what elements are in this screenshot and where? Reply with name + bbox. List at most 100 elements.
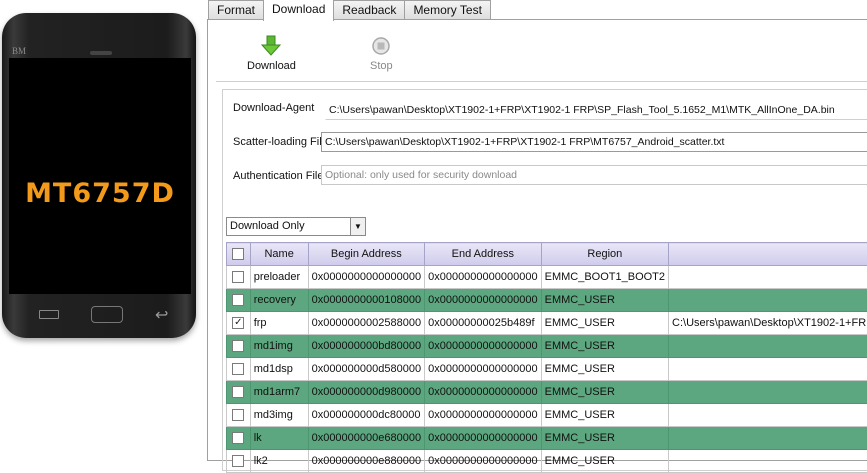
row-checkbox[interactable] <box>227 427 251 450</box>
row-checkbox[interactable] <box>227 381 251 404</box>
download-settings-group: Download-Agent C:\Users\pawan\Desktop\XT… <box>222 89 867 471</box>
table-row[interactable]: md1arm70x000000000d9800000x0000000000000… <box>227 381 867 404</box>
home-key-icon <box>91 306 123 323</box>
checked-checkbox-icon: ✓ <box>232 317 244 329</box>
checkbox-icon <box>232 294 244 306</box>
cell-region: EMMC_USER <box>541 381 668 404</box>
partition-rows: preloader0x00000000000000000x00000000000… <box>227 266 867 473</box>
stop-icon <box>370 35 392 57</box>
phone-model-label: MT6757D <box>9 178 191 209</box>
row-checkbox[interactable] <box>227 358 251 381</box>
auth-file-field[interactable]: Optional: only used for security downloa… <box>321 165 867 185</box>
select-all-checkbox[interactable] <box>227 243 251 266</box>
tab-download[interactable]: Download <box>263 0 334 21</box>
cell-name: lk2 <box>250 450 308 473</box>
cell-location <box>669 266 867 289</box>
phone-speaker <box>90 51 112 55</box>
cell-begin-address: 0x000000000bd80000 <box>308 335 425 358</box>
download-agent-label: Download-Agent <box>233 102 314 114</box>
checkbox-icon <box>232 455 244 467</box>
cell-name: md1img <box>250 335 308 358</box>
cell-begin-address: 0x0000000000000000 <box>308 266 425 289</box>
tab-readback[interactable]: Readback <box>333 0 405 19</box>
tab-format[interactable]: Format <box>208 0 264 19</box>
cell-begin-address: 0x000000000d980000 <box>308 381 425 404</box>
checkbox-icon <box>232 340 244 352</box>
cell-end-address: 0x0000000000000000 <box>425 289 542 312</box>
cell-end-address: 0x0000000000000000 <box>425 381 542 404</box>
cell-name: recovery <box>250 289 308 312</box>
checkbox-icon <box>232 386 244 398</box>
chevron-down-icon[interactable]: ▼ <box>350 218 365 235</box>
toolbar: Download Stop <box>216 23 867 82</box>
table-row[interactable]: lk0x000000000e6800000x0000000000000000EM… <box>227 427 867 450</box>
tab-memory-test[interactable]: Memory Test <box>404 0 490 19</box>
cell-location <box>669 335 867 358</box>
cell-end-address: 0x00000000025b489f <box>425 312 542 335</box>
download-button-label: Download <box>247 60 296 72</box>
column-header-region[interactable]: Region <box>541 243 668 266</box>
scatter-file-label: Scatter-loading File <box>233 136 328 148</box>
table-row[interactable]: md1img0x000000000bd800000x00000000000000… <box>227 335 867 358</box>
column-header-end-address[interactable]: End Address <box>425 243 542 266</box>
auth-file-label: Authentication File <box>233 170 324 182</box>
row-checkbox[interactable] <box>227 289 251 312</box>
cell-begin-address: 0x000000000e680000 <box>308 427 425 450</box>
checkbox-icon <box>232 432 244 444</box>
tab-bar: Format Download Readback Memory Test <box>208 0 490 20</box>
download-agent-field[interactable]: C:\Users\pawan\Desktop\XT1902-1+FRP\XT19… <box>325 100 867 120</box>
row-checkbox[interactable]: ✓ <box>227 312 251 335</box>
table-header-row: Name Begin Address End Address Region <box>227 243 867 266</box>
row-checkbox[interactable] <box>227 404 251 427</box>
back-key-icon: ↩ <box>155 305 168 325</box>
cell-begin-address: 0x000000000dc80000 <box>308 404 425 427</box>
cell-region: EMMC_USER <box>541 312 668 335</box>
checkbox-icon <box>232 248 244 260</box>
download-button[interactable]: Download <box>247 35 296 72</box>
cell-end-address: 0x0000000000000000 <box>425 404 542 427</box>
phone-illustration: BM MT6757D ↩ <box>2 13 196 338</box>
row-checkbox[interactable] <box>227 450 251 473</box>
cell-region: EMMC_USER <box>541 450 668 473</box>
row-checkbox[interactable] <box>227 335 251 358</box>
column-header-begin-address[interactable]: Begin Address <box>308 243 425 266</box>
cell-region: EMMC_USER <box>541 358 668 381</box>
cell-location <box>669 381 867 404</box>
checkbox-icon <box>232 271 244 283</box>
cell-end-address: 0x0000000000000000 <box>425 358 542 381</box>
cell-begin-address: 0x0000000000108000 <box>308 289 425 312</box>
cell-name: frp <box>250 312 308 335</box>
partition-table: Name Begin Address End Address Region pr… <box>226 242 867 473</box>
cell-begin-address: 0x000000000e880000 <box>308 450 425 473</box>
cell-location <box>669 427 867 450</box>
row-checkbox[interactable] <box>227 266 251 289</box>
scatter-file-field[interactable]: C:\Users\pawan\Desktop\XT1902-1+FRP\XT19… <box>321 132 867 152</box>
phone-screen: MT6757D <box>9 58 191 294</box>
cell-name: md3img <box>250 404 308 427</box>
cell-region: EMMC_USER <box>541 289 668 312</box>
table-row[interactable]: md1dsp0x000000000d5800000x00000000000000… <box>227 358 867 381</box>
cell-region: EMMC_USER <box>541 335 668 358</box>
column-header-location[interactable] <box>669 243 867 266</box>
cell-end-address: 0x0000000000000000 <box>425 450 542 473</box>
table-row[interactable]: md3img0x000000000dc800000x00000000000000… <box>227 404 867 427</box>
cell-end-address: 0x0000000000000000 <box>425 427 542 450</box>
checkbox-icon <box>232 363 244 375</box>
column-header-name[interactable]: Name <box>250 243 308 266</box>
cell-region: EMMC_USER <box>541 404 668 427</box>
download-mode-select[interactable]: Download Only ▼ <box>226 217 366 236</box>
cell-end-address: 0x0000000000000000 <box>425 266 542 289</box>
cell-name: lk <box>250 427 308 450</box>
cell-location: C:\Users\pawan\Desktop\XT1902-1+FRP <box>669 312 867 335</box>
cell-begin-address: 0x0000000002588000 <box>308 312 425 335</box>
cell-name: md1dsp <box>250 358 308 381</box>
table-row[interactable]: preloader0x00000000000000000x00000000000… <box>227 266 867 289</box>
table-row[interactable]: recovery0x00000000001080000x000000000000… <box>227 289 867 312</box>
download-mode-value: Download Only <box>227 220 305 232</box>
stop-button[interactable]: Stop <box>370 35 393 72</box>
cell-name: preloader <box>250 266 308 289</box>
table-row[interactable]: lk20x000000000e8800000x0000000000000000E… <box>227 450 867 473</box>
cell-location <box>669 358 867 381</box>
download-panel: Download Stop Download-Agent C:\Users\pa… <box>207 19 867 461</box>
table-row[interactable]: ✓ frp0x00000000025880000x00000000025b489f… <box>227 312 867 335</box>
